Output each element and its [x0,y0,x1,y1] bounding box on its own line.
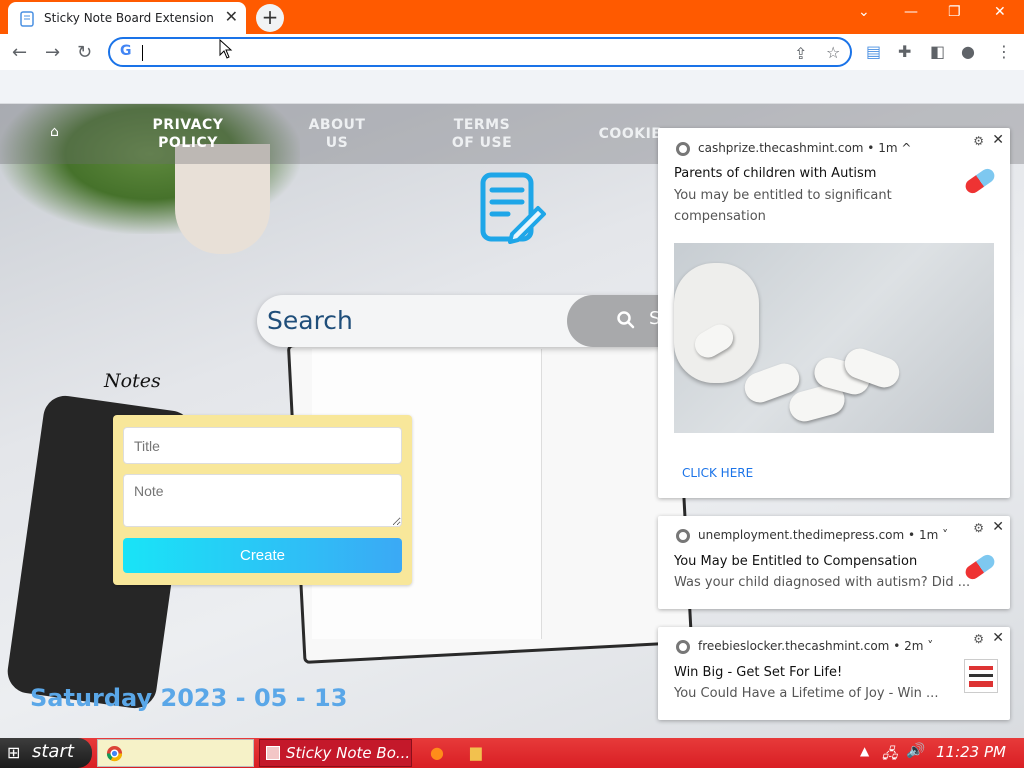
notification-source: unemployment.thedimepress.com • 1m ˅ [698,528,948,542]
notification-title: You May be Entitled to Compensation [674,554,918,569]
profile-avatar-icon[interactable]: ● [961,42,975,61]
restore-icon[interactable]: ❐ [948,4,961,20]
date-display: Saturday 2023 - 05 - 13 [30,684,348,712]
bookmark-star-icon[interactable]: ☆ [826,43,840,62]
settings-gear-icon[interactable]: ⚙ [973,521,984,535]
notification-title: Parents of children with Autism [674,166,877,181]
notification-body: You may be entitled to significant compe… [674,185,892,227]
new-tab-button[interactable]: + [256,4,284,32]
settings-gear-icon[interactable]: ⚙ [973,632,984,646]
pill-icon [962,552,998,582]
nav-label: COOKIE [598,126,662,142]
taskbar-task-label: Sticky Note Bo... [286,744,411,762]
nav-privacy-policy[interactable]: PRIVACY POLICY [150,116,226,152]
close-window-icon[interactable]: ✕ [994,4,1006,20]
reload-icon[interactable]: ↻ [77,42,92,63]
notification-card[interactable]: cashprize.thecashmint.com • 1m ^ ⚙ ✕ Par… [658,128,1010,498]
ad-thumbnail [964,659,998,693]
network-icon[interactable]: 🖧 [882,743,898,767]
notes-heading: Notes [104,370,161,392]
close-icon[interactable]: ✕ [992,519,1004,535]
close-icon[interactable]: ✕ [992,132,1004,148]
chrome-icon [106,745,123,762]
source-text: freebieslocker.thecashmint.com [698,639,890,653]
browser-toolbar: ← → ↻ G ⇪ ☆ ▤ ✚ ◧ ● ⋮ [0,34,1024,70]
nav-label: POLICY [158,135,218,151]
age-text: • 1m ^ [867,141,912,155]
source-text: cashprize.thecashmint.com [698,141,864,155]
nav-about-us[interactable]: ABOUT US [304,116,370,152]
back-icon[interactable]: ← [12,42,27,63]
forward-icon[interactable]: → [45,42,60,63]
chrome-icon [676,529,690,543]
menu-kebab-icon[interactable]: ⋮ [996,42,1012,61]
create-button[interactable]: Create [123,538,402,573]
search-placeholder: Search [267,306,353,335]
source-text: unemployment.thedimepress.com [698,528,905,542]
notification-title: Win Big - Get Set For Life! [674,665,843,680]
nav-label: OF USE [451,135,513,151]
tab-sticky-note[interactable]: Sticky Note Board Extension ✕ [8,2,246,34]
nav-label: PRIVACY [152,117,224,133]
home-icon[interactable]: ⌂ [50,124,59,140]
windows-flag-icon: ⊞ [7,743,21,762]
mouse-cursor-icon [219,39,233,59]
note-textarea[interactable] [123,474,402,527]
body-line: You may be entitled to significant [674,188,892,203]
title-input[interactable] [123,427,402,464]
taskbar-chrome-task[interactable] [97,739,254,767]
nav-label: US [325,135,349,151]
body-line: compensation [674,209,766,224]
notification-source: cashprize.thecashmint.com • 1m ^ [698,141,911,155]
tab-close-icon[interactable]: ✕ [225,7,238,26]
pill-icon [962,166,998,196]
extensions-puzzle-icon[interactable]: ✚ [898,42,911,61]
taskbar-sticky-task[interactable]: Sticky Note Bo... [259,739,412,767]
firefox-icon[interactable]: ● [430,743,444,762]
note-app-icon [266,746,280,760]
pill-bottle-decoration [674,263,759,383]
notification-card[interactable]: unemployment.thedimepress.com • 1m ˅ ⚙ ✕… [658,516,1010,609]
chrome-icon [676,640,690,654]
folder-icon[interactable]: ▆ [470,743,482,761]
nav-cookie[interactable]: COOKIE [598,125,662,143]
system-tray: ▲ 🖧 🔊 11:23 PM [852,738,1024,768]
browser-tab-strip: Sticky Note Board Extension ✕ + ⌄ — ❐ ✕ [0,0,1024,34]
bookmarks-bar [0,70,1024,104]
share-icon[interactable]: ⇪ [794,44,807,63]
minimize-icon[interactable]: — [904,4,918,20]
search-icon [617,311,635,329]
age-text: • 2m ˅ [893,639,934,653]
taskbar: ⊞ start Sticky Note Bo... ● ▆ ▲ 🖧 🔊 11:2… [0,738,1024,768]
chrome-icon [676,142,690,156]
nav-label: ABOUT [308,117,366,133]
nav-label: TERMS [453,117,511,133]
notification-card[interactable]: freebieslocker.thecashmint.com • 2m ˅ ⚙ … [658,627,1010,720]
extension-note-icon[interactable]: ▤ [866,42,881,61]
tray-arrow-icon[interactable]: ▲ [860,744,869,758]
text-cursor [142,45,143,61]
google-icon: G [120,43,132,59]
start-label: start [32,741,74,762]
volume-icon[interactable]: 🔊 [906,743,923,759]
notification-body: You Could Have a Lifetime of Joy - Win .… [674,686,939,701]
age-text: • 1m ˅ [908,528,949,542]
note-favicon-icon [20,11,34,27]
close-icon[interactable]: ✕ [992,630,1004,646]
notepad-logo-icon [480,172,546,244]
pills-image [674,243,994,433]
settings-gear-icon[interactable]: ⚙ [973,134,984,148]
clock: 11:23 PM [936,743,1006,761]
tab-title: Sticky Note Board Extension [44,11,214,25]
note-form: Create [113,415,412,585]
side-panel-icon[interactable]: ◧ [930,42,945,61]
nav-terms-of-use[interactable]: TERMS OF USE [446,116,518,152]
click-here-link[interactable]: CLICK HERE [682,466,753,480]
start-button[interactable]: ⊞ start [0,738,92,768]
tab-search-icon[interactable]: ⌄ [858,4,870,20]
notification-body: Was your child diagnosed with autism? Di… [674,575,971,590]
notification-source: freebieslocker.thecashmint.com • 2m ˅ [698,639,933,653]
